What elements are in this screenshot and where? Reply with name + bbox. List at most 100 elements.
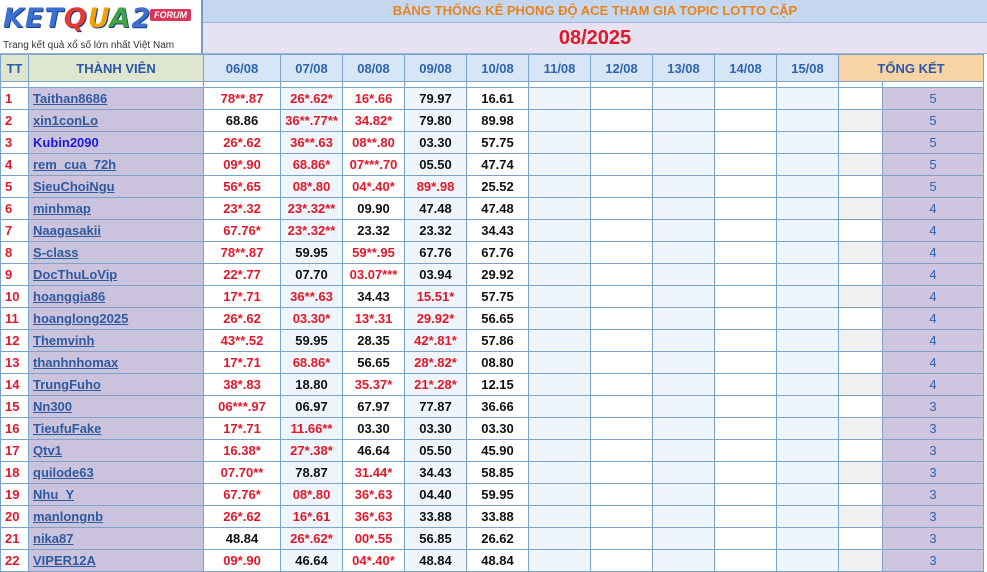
empty-result-cell: [528, 329, 591, 352]
empty-result-cell: [652, 263, 715, 286]
member-name-link[interactable]: minhmap: [28, 197, 204, 220]
table-row: 22 VIPER12A 09*.90 46.64 04*.40* 48.84 48.84 3: [0, 549, 984, 572]
result-cell: 29.92*: [404, 307, 467, 330]
result-cell: 03.30: [404, 417, 467, 440]
total-cell: 3: [882, 549, 984, 572]
total-cell: 4: [882, 285, 984, 308]
empty-result-cell: [714, 527, 777, 550]
result-cell: 33.88: [466, 505, 529, 528]
empty-result-cell: [590, 219, 653, 242]
empty-result-cell: [590, 351, 653, 374]
result-cell: 17*.71: [203, 285, 281, 308]
result-cell: 45.90: [466, 439, 529, 462]
total-cell: 4: [882, 241, 984, 264]
row-number: 22: [0, 549, 29, 572]
result-cell: 67.76*: [203, 219, 281, 242]
result-cell: 17*.71: [203, 351, 281, 374]
table-row: 5 SieuChoiNgu 56*.65 08*.80 04*.40* 89*.98 25.…: [0, 175, 984, 198]
member-name-link[interactable]: S-class: [28, 241, 204, 264]
member-name-link[interactable]: thanhnhomax: [28, 351, 204, 374]
result-cell: 38*.83: [203, 373, 281, 396]
spacer-cell: [838, 285, 883, 308]
empty-result-cell: [652, 197, 715, 220]
empty-result-cell: [528, 263, 591, 286]
member-name-link[interactable]: Naagasakii: [28, 219, 204, 242]
empty-result-cell: [652, 483, 715, 506]
member-name-link[interactable]: quilode63: [28, 461, 204, 484]
empty-result-cell: [590, 197, 653, 220]
result-cell: 22*.77: [203, 263, 281, 286]
member-name-link[interactable]: hoanglong2025: [28, 307, 204, 330]
empty-result-cell: [714, 219, 777, 242]
member-name-link[interactable]: rem_cua_72h: [28, 153, 204, 176]
result-cell: 28*.82*: [404, 351, 467, 374]
spacer-cell: [838, 175, 883, 198]
empty-result-cell: [652, 351, 715, 374]
member-name-link[interactable]: hoanggia86: [28, 285, 204, 308]
result-cell: 18.80: [280, 373, 343, 396]
result-cell: 57.75: [466, 131, 529, 154]
member-name-link[interactable]: Nn300: [28, 395, 204, 418]
table-row: 16 TieufuFake 17*.71 11.66** 03.30 03.30 03.30…: [0, 417, 984, 440]
member-name-link[interactable]: DocThuLoVip: [28, 263, 204, 286]
member-name-link[interactable]: Qtv1: [28, 439, 204, 462]
empty-result-cell: [652, 109, 715, 132]
row-number: 20: [0, 505, 29, 528]
member-name-link[interactable]: nika87: [28, 527, 204, 550]
empty-result-cell: [714, 241, 777, 264]
result-cell: 07***.70: [342, 153, 405, 176]
total-cell: 4: [882, 219, 984, 242]
spacer-cell: [838, 373, 883, 396]
member-name-link[interactable]: TieufuFake: [28, 417, 204, 440]
empty-result-cell: [714, 153, 777, 176]
row-number: 9: [0, 263, 29, 286]
member-name-link[interactable]: Themvinh: [28, 329, 204, 352]
member-name-link[interactable]: SieuChoiNgu: [28, 175, 204, 198]
result-cell: 05.50: [404, 153, 467, 176]
member-name-link[interactable]: VIPER12A: [28, 549, 204, 572]
empty-result-cell: [528, 373, 591, 396]
empty-result-cell: [714, 307, 777, 330]
total-cell: 3: [882, 505, 984, 528]
result-cell: 21*.28*: [404, 373, 467, 396]
result-cell: 48.84: [466, 549, 529, 572]
site-logo[interactable]: KETQUA2 FORUM Trang kết quả xổ số lớn nh…: [0, 0, 203, 54]
member-name-link[interactable]: manlongnb: [28, 505, 204, 528]
empty-result-cell: [776, 505, 839, 528]
result-cell: 28.35: [342, 329, 405, 352]
member-name-link[interactable]: TrungFuho: [28, 373, 204, 396]
member-name-link[interactable]: Nhu_Y: [28, 483, 204, 506]
table-row: 7 Naagasakii 67.76* 23*.32** 23.32 23.32 34.43…: [0, 219, 984, 242]
result-cell: 56.65: [466, 307, 529, 330]
result-cell: 68.86: [203, 109, 281, 132]
member-name-link[interactable]: Taithan8686: [28, 87, 204, 110]
result-cell: 47.48: [466, 197, 529, 220]
empty-result-cell: [776, 109, 839, 132]
result-cell: 57.86: [466, 329, 529, 352]
member-name-link[interactable]: Kubin2090: [28, 131, 204, 154]
empty-result-cell: [652, 439, 715, 462]
result-cell: 58.85: [466, 461, 529, 484]
result-cell: 09.90: [342, 197, 405, 220]
result-cell: 03.30: [342, 417, 405, 440]
total-cell: 5: [882, 87, 984, 110]
table-row: 18 quilode63 07.70** 78.87 31.44* 34.43 58.85 3: [0, 461, 984, 484]
result-cell: 35.37*: [342, 373, 405, 396]
empty-result-cell: [590, 483, 653, 506]
table-row: 10 hoanggia86 17*.71 36**.63 34.43 15.51* 57.7…: [0, 285, 984, 308]
empty-result-cell: [528, 395, 591, 418]
spacer-cell: [838, 109, 883, 132]
result-cell: 00*.55: [342, 527, 405, 550]
result-cell: 23*.32**: [280, 197, 343, 220]
result-cell: 27*.38*: [280, 439, 343, 462]
empty-result-cell: [590, 87, 653, 110]
empty-result-cell: [776, 329, 839, 352]
empty-result-cell: [528, 439, 591, 462]
result-cell: 26*.62*: [280, 87, 343, 110]
row-number: 3: [0, 131, 29, 154]
member-name-link[interactable]: xin1conLo: [28, 109, 204, 132]
table-row: 21 nika87 48.84 26*.62* 00*.55 56.85 26.62 3: [0, 527, 984, 550]
empty-result-cell: [652, 527, 715, 550]
result-cell: 07.70**: [203, 461, 281, 484]
result-cell: 68.86*: [280, 351, 343, 374]
